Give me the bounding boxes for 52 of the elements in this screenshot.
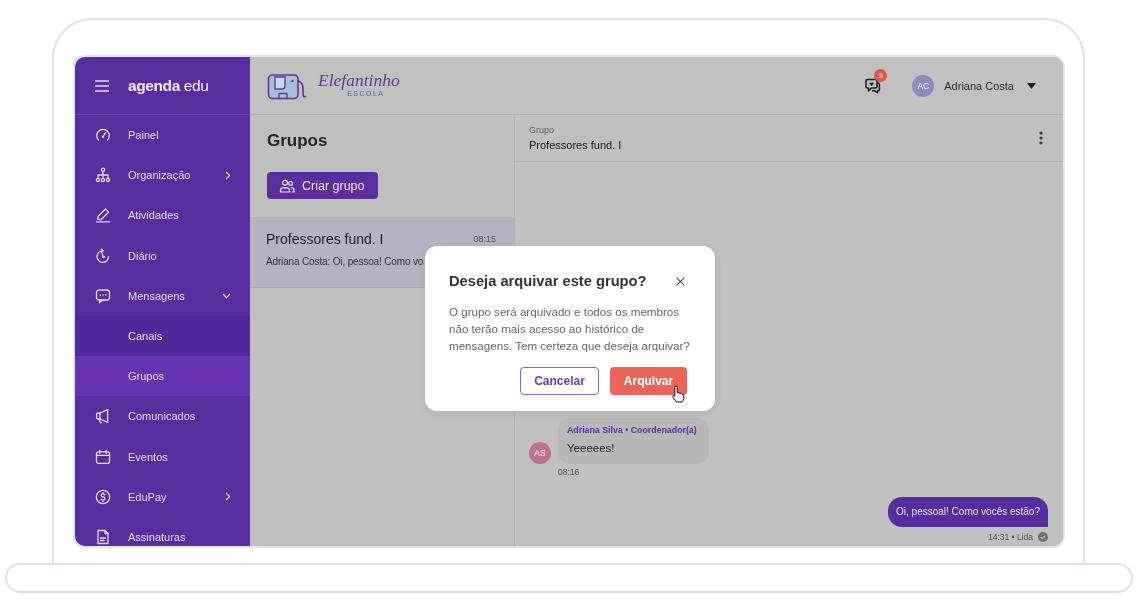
dialog-message: O grupo será arquivado e todos os membros não terão mais acesso ao histórico de mensagens. Tem certeza que deseja arquivar? bbox=[449, 304, 691, 354]
create-group-button[interactable]: Criar grupo bbox=[267, 172, 378, 199]
sidebar-item[interactable]: Eventos bbox=[75, 436, 250, 477]
group-name: Professores fund. I bbox=[266, 231, 384, 248]
group-time: 08:15 bbox=[473, 233, 496, 246]
sidebar-item[interactable]: Mensagens bbox=[75, 275, 250, 316]
chat-icon bbox=[95, 287, 111, 304]
sidebar-item[interactable]: Comunicados bbox=[75, 396, 250, 437]
hand-cursor-icon bbox=[671, 385, 685, 403]
sidebar-subitem[interactable]: Canais bbox=[75, 315, 250, 357]
caret-down-icon[interactable] bbox=[1027, 82, 1036, 89]
user-avatar: AC bbox=[912, 74, 935, 97]
timer-icon bbox=[95, 247, 111, 264]
sidebar-item[interactable]: Painel bbox=[75, 115, 250, 156]
more-options-icon[interactable] bbox=[1039, 131, 1043, 145]
calendar-icon bbox=[95, 448, 111, 465]
message-time: 08:16 bbox=[558, 467, 580, 477]
sidebar-item[interactable]: EduPay bbox=[75, 476, 250, 517]
menu-icon[interactable] bbox=[95, 79, 109, 92]
message-bubble: Oi, pessoal! Como vocês estão? bbox=[888, 497, 1048, 527]
chat-bubbles-icon[interactable] bbox=[864, 77, 882, 94]
sidebar-item[interactable]: Diário bbox=[75, 235, 250, 276]
document-icon bbox=[95, 528, 111, 545]
sender-avatar: AS bbox=[529, 442, 551, 464]
org-chart-icon bbox=[95, 167, 111, 184]
chevron-down-icon[interactable] bbox=[222, 292, 231, 299]
chat-title: Professores fund. I bbox=[529, 137, 622, 152]
notification-badge: 3 bbox=[874, 68, 888, 82]
sidebar-item[interactable]: Assinaturas bbox=[75, 516, 250, 546]
read-check-icon bbox=[1038, 532, 1048, 542]
chevron-right-icon[interactable] bbox=[225, 170, 231, 180]
sidebar-item[interactable]: Atividades bbox=[75, 195, 250, 236]
chevron-right-icon[interactable] bbox=[225, 492, 231, 502]
pencil-icon bbox=[95, 207, 111, 224]
message-status: 14:31 • Lida bbox=[987, 532, 1033, 542]
close-icon[interactable] bbox=[676, 276, 685, 286]
message-preview: Adriana Costa: Oi, pessoa! Como vo bbox=[266, 256, 424, 268]
dollar-coin-icon bbox=[95, 488, 111, 505]
megaphone-icon bbox=[95, 408, 111, 425]
app-logo: agenda edu bbox=[128, 76, 209, 95]
panel-title: Grupos bbox=[267, 130, 328, 152]
elephant-logo-icon bbox=[267, 71, 307, 100]
users-icon bbox=[279, 178, 295, 193]
gauge-icon bbox=[95, 127, 111, 144]
sidebar-subitem[interactable]: Grupos bbox=[75, 356, 250, 397]
sender-name: Adriana Silva • Coordenador(a) bbox=[567, 425, 697, 436]
sidebar-item[interactable]: Organização bbox=[75, 155, 250, 196]
message-text: Yeeeees! bbox=[567, 441, 615, 455]
cancel-button[interactable]: Cancelar bbox=[520, 367, 599, 395]
brand-name: Elefantinho bbox=[318, 71, 400, 90]
user-name: Adriana Costa bbox=[944, 79, 1014, 92]
chat-caption: Grupo bbox=[529, 124, 554, 136]
